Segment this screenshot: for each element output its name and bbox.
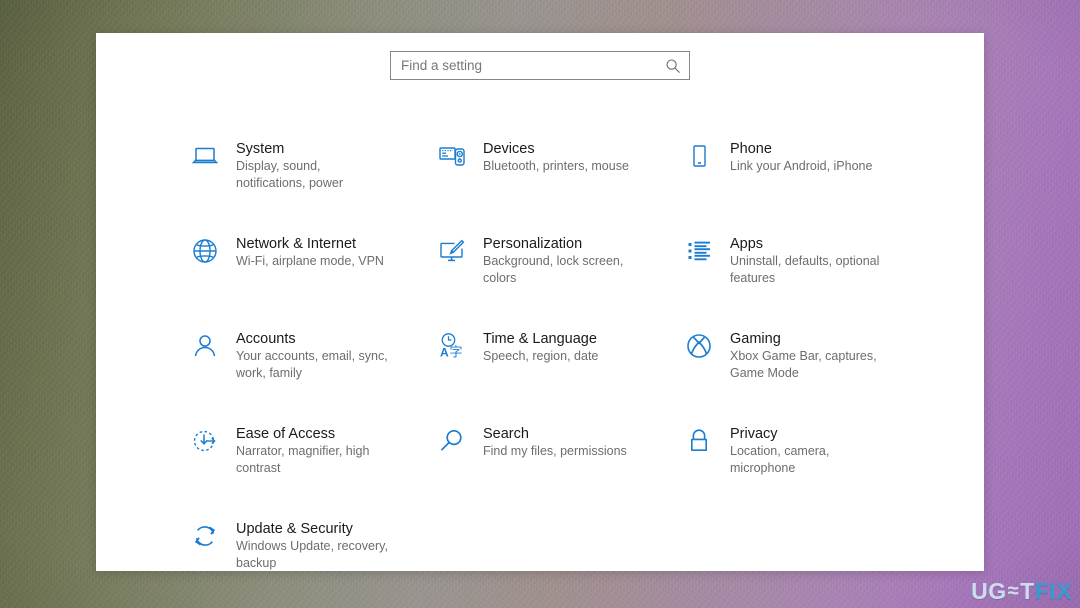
tile-description: Windows Update, recovery, backup — [236, 539, 388, 570]
tile-title: Privacy — [730, 426, 778, 442]
settings-tile-ease-of-access[interactable]: Ease of Access Narrator, magnifier, high… — [188, 418, 435, 513]
phone-icon — [682, 139, 716, 173]
tile-title: Apps — [730, 236, 764, 252]
settings-tile-phone[interactable]: Phone Link your Android, iPhone — [682, 133, 982, 228]
tile-title: Network & Internet — [236, 236, 357, 252]
settings-tile-text: Personalization Background, lock screen,… — [483, 234, 635, 286]
settings-tile-system[interactable]: System Display, sound, notifications, po… — [188, 133, 435, 228]
tile-title: Personalization — [483, 236, 583, 252]
tile-description: Narrator, magnifier, high contrast — [236, 444, 370, 475]
watermark-glyph: ≈ — [1007, 580, 1020, 602]
ease-of-access-icon — [188, 424, 222, 458]
settings-tile-text: Search Find my files, permissions — [483, 424, 627, 460]
tile-title: Search — [483, 426, 529, 442]
person-icon — [188, 329, 222, 363]
settings-tile-text: Time & Language Speech, region, date — [483, 329, 598, 365]
tile-description: Link your Android, iPhone — [730, 159, 873, 173]
settings-tile-update-security[interactable]: Update & Security Windows Update, recove… — [188, 513, 435, 608]
watermark-part-3: FIX — [1034, 578, 1072, 604]
search-row — [96, 51, 984, 80]
settings-tile-text: Gaming Xbox Game Bar, captures, Game Mod… — [730, 329, 890, 381]
xbox-icon — [682, 329, 716, 363]
settings-tile-search[interactable]: Search Find my files, permissions — [435, 418, 682, 513]
refresh-icon — [188, 519, 222, 553]
tile-description: Find my files, permissions — [483, 444, 627, 458]
settings-tile-text: Accounts Your accounts, email, sync, wor… — [236, 329, 388, 381]
monitor-brush-icon — [435, 234, 469, 268]
settings-tile-text: Privacy Location, camera, microphone — [730, 424, 890, 476]
settings-tile-personalization[interactable]: Personalization Background, lock screen,… — [435, 228, 682, 323]
settings-tile-text: Network & Internet Wi-Fi, airplane mode,… — [236, 234, 384, 270]
clock-language-icon: A 字 — [435, 329, 469, 363]
tile-title: Time & Language — [483, 331, 597, 347]
watermark-part-2: T — [1020, 578, 1035, 604]
settings-tile-network-internet[interactable]: Network & Internet Wi-Fi, airplane mode,… — [188, 228, 435, 323]
settings-tile-text: System Display, sound, notifications, po… — [236, 139, 388, 191]
settings-tile-text: Phone Link your Android, iPhone — [730, 139, 872, 175]
tile-title: Gaming — [730, 331, 781, 347]
tile-description: Location, camera, microphone — [730, 444, 830, 475]
tile-description: Xbox Game Bar, captures, Game Mode — [730, 349, 877, 380]
settings-tile-devices[interactable]: Devices Bluetooth, printers, mouse — [435, 133, 682, 228]
list-icon — [682, 234, 716, 268]
lock-icon — [682, 424, 716, 458]
tile-description: Wi-Fi, airplane mode, VPN — [236, 254, 384, 268]
magnifier-icon — [435, 424, 469, 458]
devices-icon — [435, 139, 469, 173]
tile-description: Speech, region, date — [483, 349, 599, 363]
laptop-icon — [188, 139, 222, 173]
settings-tile-text: Devices Bluetooth, printers, mouse — [483, 139, 629, 175]
search-icon[interactable] — [665, 58, 681, 74]
settings-window: System Display, sound, notifications, po… — [96, 33, 984, 571]
tile-description: Display, sound, notifications, power — [236, 159, 344, 190]
tile-title: System — [236, 141, 285, 157]
tile-title: Phone — [730, 141, 772, 157]
tile-title: Ease of Access — [236, 426, 336, 442]
settings-tile-text: Apps Uninstall, defaults, optional featu… — [730, 234, 890, 286]
settings-tile-privacy[interactable]: Privacy Location, camera, microphone — [682, 418, 982, 513]
screenshot-root: System Display, sound, notifications, po… — [0, 0, 1080, 608]
globe-icon — [188, 234, 222, 268]
svg-text:A: A — [440, 346, 449, 360]
tile-description: Bluetooth, printers, mouse — [483, 159, 629, 173]
settings-tile-time-language[interactable]: A 字 Time & Language Speech, region, date — [435, 323, 682, 418]
tile-title: Devices — [483, 141, 535, 157]
settings-tile-text: Ease of Access Narrator, magnifier, high… — [236, 424, 388, 476]
settings-tile-text: Update & Security Windows Update, recove… — [236, 519, 388, 571]
settings-tile-gaming[interactable]: Gaming Xbox Game Bar, captures, Game Mod… — [682, 323, 982, 418]
tile-description: Background, lock screen, colors — [483, 254, 624, 285]
search-box[interactable] — [390, 51, 690, 80]
settings-category-grid: System Display, sound, notifications, po… — [96, 133, 984, 608]
tile-title: Accounts — [236, 331, 296, 347]
tile-title: Update & Security — [236, 521, 353, 537]
svg-text:字: 字 — [450, 345, 463, 360]
tile-description: Your accounts, email, sync, work, family — [236, 349, 388, 380]
watermark-part-1: UG — [971, 578, 1007, 604]
search-input[interactable] — [391, 52, 689, 79]
settings-tile-apps[interactable]: Apps Uninstall, defaults, optional featu… — [682, 228, 982, 323]
settings-tile-accounts[interactable]: Accounts Your accounts, email, sync, wor… — [188, 323, 435, 418]
tile-description: Uninstall, defaults, optional features — [730, 254, 880, 285]
ugetfix-watermark: UG ≈ T FIX — [971, 578, 1072, 605]
